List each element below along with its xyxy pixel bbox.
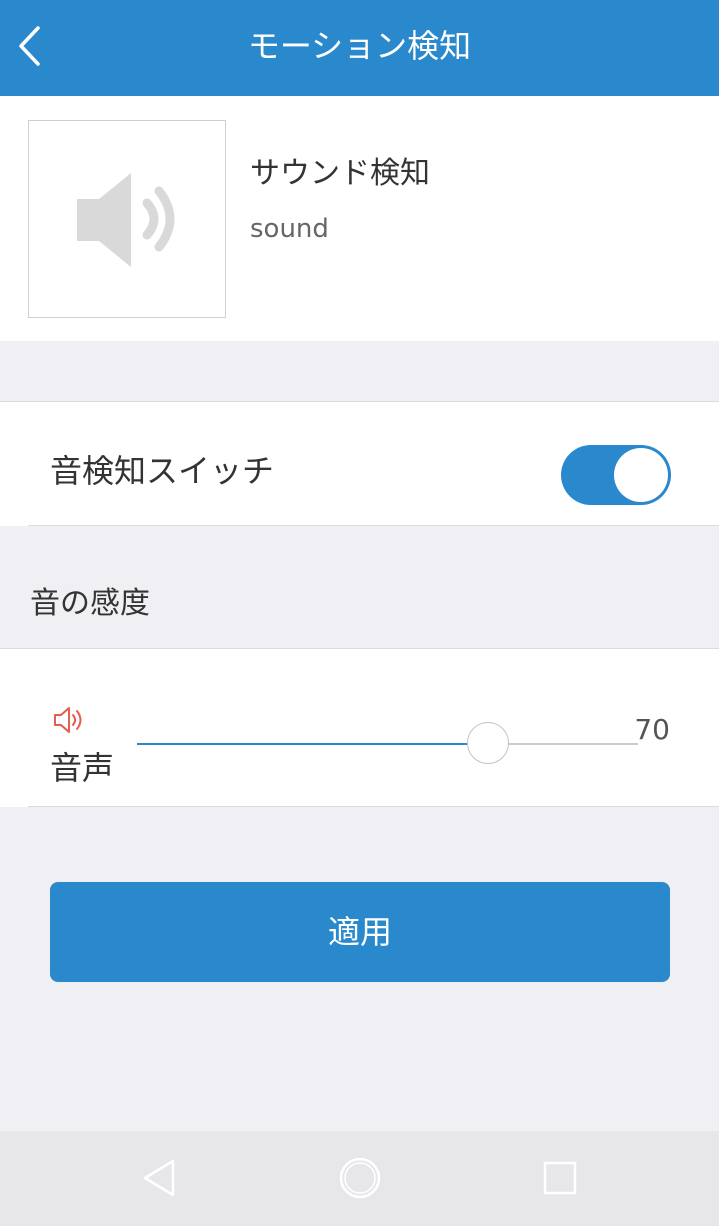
sensitivity-value: 70	[634, 713, 670, 746]
detection-title: サウンド検知	[250, 156, 430, 191]
apply-button[interactable]: 適用	[50, 882, 670, 982]
nav-recents-button[interactable]	[535, 1153, 585, 1203]
detection-thumbnail	[28, 120, 226, 318]
app-header: モーション検知	[0, 0, 719, 96]
row-divider	[28, 525, 719, 526]
nav-back-button[interactable]	[135, 1153, 185, 1203]
sound-detection-switch-row: 音検知スイッチ	[0, 401, 719, 526]
page-title: モーション検知	[247, 27, 472, 65]
slider-fill	[137, 743, 488, 745]
system-nav-bar	[0, 1131, 719, 1226]
detection-info-panel: サウンド検知 sound	[0, 96, 719, 341]
detection-subtitle: sound	[250, 214, 329, 244]
row-divider	[28, 806, 719, 807]
slider-thumb[interactable]	[466, 722, 509, 764]
circle-home-icon	[339, 1157, 381, 1199]
speaker-icon	[77, 173, 175, 267]
square-recents-icon	[543, 1161, 577, 1195]
sensitivity-slider-row: 音声 70	[0, 648, 719, 807]
sound-detection-toggle[interactable]	[561, 445, 671, 505]
toggle-knob	[614, 448, 668, 502]
sensitivity-slider[interactable]	[137, 722, 638, 764]
nav-home-button[interactable]	[335, 1153, 385, 1203]
volume-icon	[54, 707, 82, 733]
triangle-back-icon	[143, 1159, 175, 1197]
sound-detection-switch-label: 音検知スイッチ	[50, 452, 275, 490]
sensitivity-section-label: 音の感度	[30, 586, 150, 621]
sensitivity-slider-label: 音声	[50, 749, 115, 787]
